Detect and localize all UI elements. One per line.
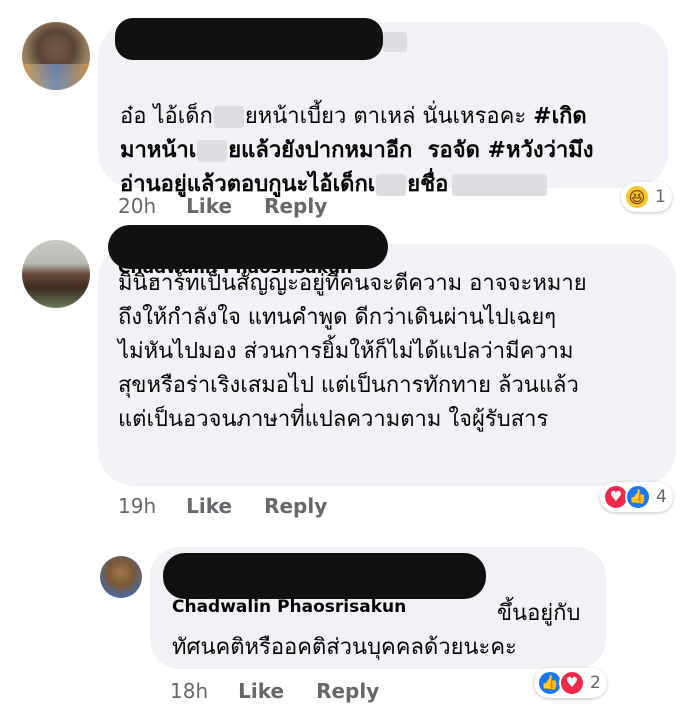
blurred-word [197, 140, 228, 162]
haha-icon: 😆 [624, 184, 650, 210]
reaction-count: 2 [590, 673, 601, 693]
comment-actions: 20h Like Reply [118, 194, 359, 218]
redacted-name [108, 225, 388, 269]
comment-line: สุขหรือร่าเริงเสมอไป แต่เป็นการทักทาย ล้… [118, 373, 579, 398]
commenter-avatar[interactable] [22, 22, 90, 90]
comment-line: อ๋อ ไอ้เด็ก ยหน้าเบี้ยว ตาเหล่ นั่นเหรอคะ… [120, 104, 587, 129]
timestamp[interactable]: 18h [170, 679, 208, 703]
reaction-count: 1 [655, 187, 666, 207]
comment-text: อ๋อ ไอ้เด็ก ยหน้าเบี้ยว ตาเหล่ นั่นเหรอคะ… [120, 66, 594, 202]
reply-button[interactable]: Reply [316, 679, 379, 703]
comment-actions: 18h Like Reply [170, 679, 411, 703]
like-button[interactable]: Like [238, 679, 284, 703]
comment-actions: 19h Like Reply [118, 494, 359, 518]
blurred-word [452, 174, 548, 196]
blurred-area [383, 32, 407, 52]
blurred-word [213, 106, 244, 128]
timestamp[interactable]: 20h [118, 194, 156, 218]
comment-line: ถึงให้กำลังใจ แทนคำพูด ดีกว่าเดินผ่านไปเ… [118, 305, 557, 330]
like-button[interactable]: Like [186, 194, 232, 218]
blurred-word [376, 174, 407, 196]
comment-line: มาหน้าเ ยแล้วยังปากหมาอีก รอจัด #หวังว่าม… [120, 138, 594, 163]
reaction-summary[interactable]: 👍 ♥ 2 [534, 668, 607, 698]
like-icon: 👍 [625, 484, 651, 510]
redacted-name [163, 553, 486, 599]
commenter-avatar[interactable] [100, 556, 142, 598]
comment-line: ทัศนคติหรืออคติส่วนบุคคลด้วยนะคะ [172, 635, 517, 660]
redacted-name [115, 18, 383, 60]
reaction-count: 4 [656, 487, 667, 507]
timestamp[interactable]: 19h [118, 494, 156, 518]
comment-text: ขึ้นอยู่กับทัศนคติหรืออคติส่วนบุคคลด้วยน… [172, 597, 580, 665]
reaction-summary[interactable]: ♥ 👍 4 [600, 482, 673, 512]
comment-line: ไม่หันไปมอง ส่วนการยิ้มให้ก็ไม่ได้แปลว่า… [118, 339, 574, 364]
reaction-summary[interactable]: 😆 1 [621, 182, 672, 212]
comment-line: แต่เป็นอวจนภาษาที่แปลความตาม ใจผู้รับสาร [118, 407, 549, 432]
heart-icon: ♥ [559, 670, 585, 696]
reply-button[interactable]: Reply [264, 494, 327, 518]
commenter-avatar[interactable] [22, 240, 90, 308]
like-button[interactable]: Like [186, 494, 232, 518]
reply-button[interactable]: Reply [264, 194, 327, 218]
comment-line: ขึ้นอยู่กับ [490, 601, 581, 626]
comment-text: มินิฮาร์ทเป็นสัญญะอยู่ที่คนจะตีความ อาจจ… [118, 267, 587, 437]
comment-line: มินิฮาร์ทเป็นสัญญะอยู่ที่คนจะตีความ อาจจ… [118, 271, 587, 296]
